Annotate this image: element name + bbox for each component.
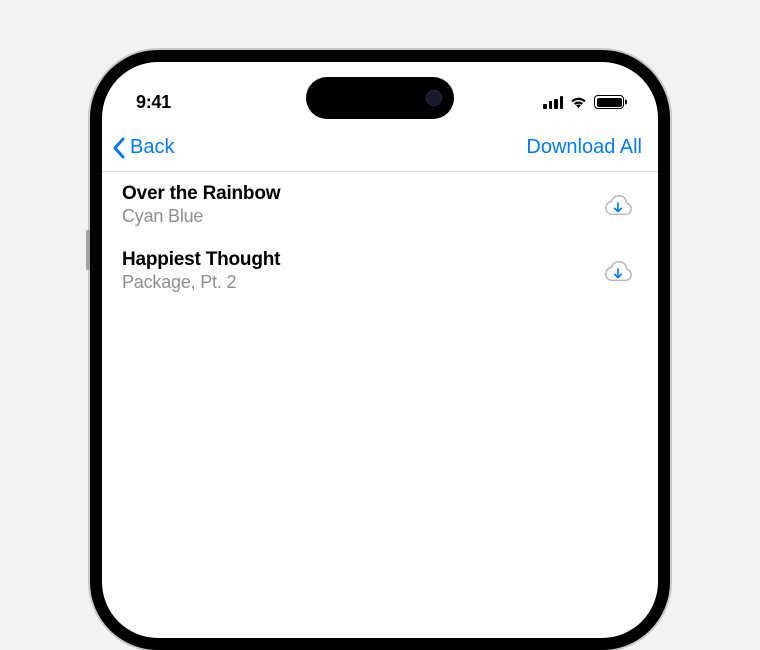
navigation-bar: Back Download All: [102, 124, 658, 172]
list-item-text: Over the Rainbow Cyan Blue: [122, 183, 280, 227]
list-item[interactable]: Over the Rainbow Cyan Blue: [102, 172, 658, 238]
download-button[interactable]: [598, 188, 638, 222]
wifi-icon: [569, 95, 588, 109]
dynamic-island: [306, 77, 454, 119]
phone-screen: 9:41: [102, 62, 658, 638]
list-item-text: Happiest Thought Package, Pt. 2: [122, 249, 280, 293]
battery-icon: [594, 95, 624, 109]
chevron-left-icon: [112, 137, 126, 159]
list-item[interactable]: Happiest Thought Package, Pt. 2: [102, 238, 658, 304]
status-icons: [543, 95, 624, 109]
song-subtitle: Cyan Blue: [122, 206, 280, 227]
songs-list: Over the Rainbow Cyan Blue Happiest Thou…: [102, 172, 658, 304]
cellular-signal-icon: [543, 96, 563, 109]
back-button[interactable]: Back: [112, 136, 174, 159]
cloud-download-icon: [602, 258, 634, 284]
cloud-download-icon: [602, 192, 634, 218]
status-time: 9:41: [136, 92, 171, 113]
back-label: Back: [130, 136, 174, 159]
phone-frame: 9:41: [90, 50, 670, 650]
song-subtitle: Package, Pt. 2: [122, 272, 280, 293]
download-button[interactable]: [598, 254, 638, 288]
song-title: Over the Rainbow: [122, 183, 280, 205]
download-all-button[interactable]: Download All: [526, 136, 642, 159]
song-title: Happiest Thought: [122, 249, 280, 271]
